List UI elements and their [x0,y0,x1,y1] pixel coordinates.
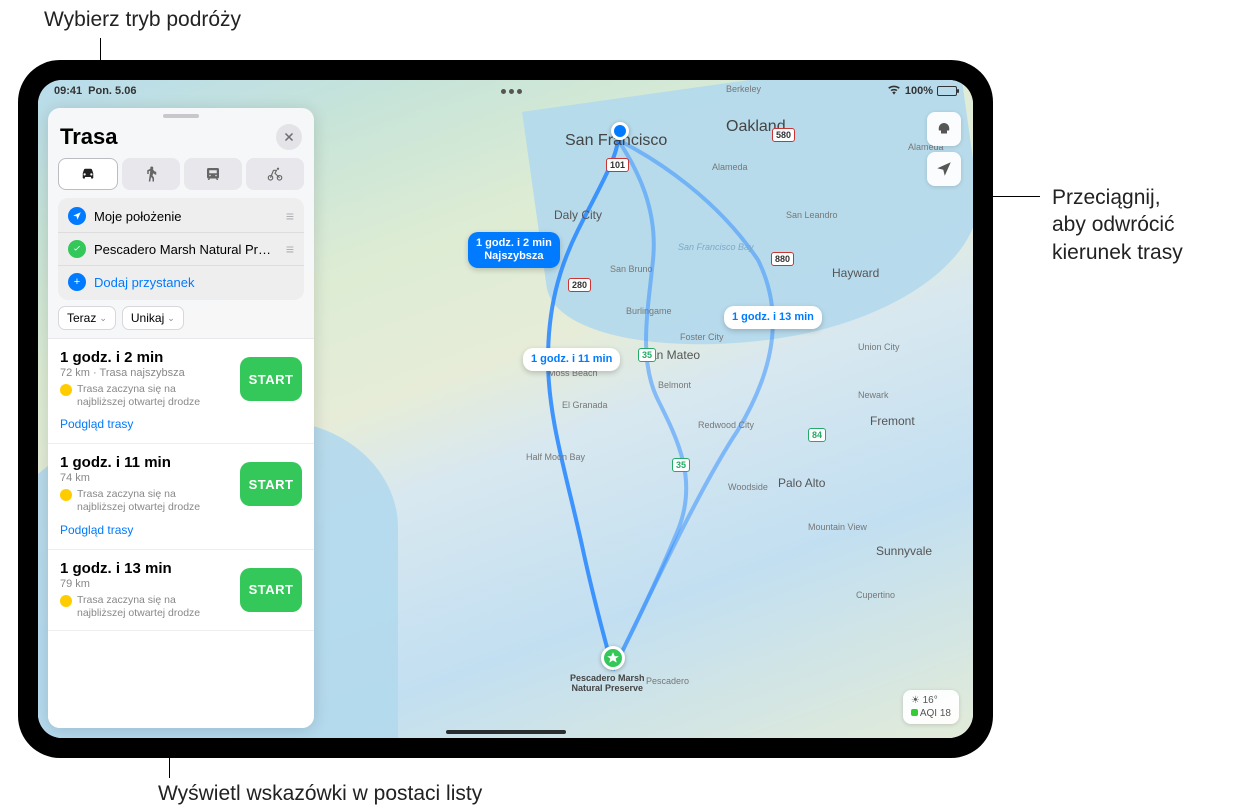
route-advisory: Trasa zaczyna się na najbliższej otwarte… [60,488,220,514]
chevron-down-icon: ⌄ [99,313,107,324]
waypoint-end[interactable]: Pescadero Marsh Natural Pres… ≡ [58,232,304,265]
wifi-icon [887,85,901,98]
callout-bottom: Wyświetl wskazówki w postaci listy [158,780,482,807]
hwy-shield: 35 [638,348,656,362]
city-sanleandro: San Leandro [786,210,838,220]
route-pin-fastest[interactable]: 1 godz. i 2 minNajszybsza [468,232,560,268]
city-sanbruno: San Bruno [610,264,653,274]
city-newark: Newark [858,390,889,400]
chevron-down-icon: ⌄ [167,313,175,324]
city-fostercity: Foster City [680,332,724,342]
home-indicator[interactable] [446,730,566,734]
route-preview-link[interactable]: Podgląd trasy [60,417,133,431]
reorder-handle-icon[interactable]: ≡ [286,241,294,257]
city-elgranada: El Granada [562,400,608,410]
destination-marker[interactable] [601,646,625,670]
start-button[interactable]: START [240,568,302,612]
city-mountainview: Mountain View [808,522,867,532]
destination-label: Pescadero MarshNatural Preserve [570,674,645,694]
hwy-shield: 35 [672,458,690,472]
map-mode-button[interactable] [927,112,961,146]
hwy-shield: 580 [772,128,795,142]
mode-cycle[interactable] [246,158,304,190]
mode-walk[interactable] [122,158,180,190]
route-pin-alt1[interactable]: 1 godz. i 11 min [523,348,620,371]
avoid-selector[interactable]: Unikaj⌄ [122,306,184,330]
depart-time-selector[interactable]: Teraz⌄ [58,306,116,330]
warning-icon [60,489,72,501]
waypoint-end-label: Pescadero Marsh Natural Pres… [94,242,278,257]
ipad-frame: San Francisco Oakland Berkeley Alameda A… [18,60,993,758]
battery-pct: 100% [905,85,933,97]
add-stop-label: Dodaj przystanek [94,275,294,290]
city-cupertino: Cupertino [856,590,895,600]
locate-me-button[interactable] [927,152,961,186]
city-sunnyvale: Sunnyvale [876,544,932,558]
battery-icon [937,86,957,96]
location-icon [68,207,86,225]
city-halfmoon: Half Moon Bay [526,452,585,462]
reorder-handle-icon[interactable]: ≡ [286,208,294,224]
start-marker[interactable] [611,122,629,140]
mode-drive[interactable] [58,158,118,190]
hwy-shield: 280 [568,278,591,292]
status-date: Pon. 5.06 [88,85,136,97]
route-option-1[interactable]: 1 godz. i 11 min 74 km Trasa zaczyna się… [48,444,314,549]
waypoint-start[interactable]: Moje położenie ≡ [58,200,304,232]
route-advisory: Trasa zaczyna się na najbliższej otwarte… [60,383,220,409]
city-fremont: Fremont [870,414,915,428]
waypoints-panel: Moje położenie ≡ Pescadero Marsh Natural… [58,198,304,300]
callout-right: Przeciągnij, aby odwrócić kierunek trasy [1052,184,1183,266]
add-stop[interactable]: + Dodaj przystanek [58,265,304,298]
ipad-screen: San Francisco Oakland Berkeley Alameda A… [38,80,973,738]
waypoint-start-label: Moje położenie [94,209,278,224]
route-option-2[interactable]: 1 godz. i 13 min 79 km Trasa zaczyna się… [48,550,314,631]
hwy-shield: 101 [606,158,629,172]
city-belmont: Belmont [658,380,691,390]
route-preview-link[interactable]: Podgląd trasy [60,523,133,537]
weather-badge[interactable]: ☀ 16° AQI 18 [903,690,959,724]
label-sfbay: San Francisco Bay [678,242,754,252]
mode-transit[interactable] [184,158,242,190]
close-button[interactable] [276,124,302,150]
status-bar: 09:41 Pon. 5.06 100% [38,80,973,102]
city-pescadero: Pescadero [646,676,689,686]
routes-list[interactable]: 1 godz. i 2 min 72 km · Trasa najszybsza… [48,338,314,728]
directions-card: Trasa [48,108,314,728]
warning-icon [60,595,72,607]
destination-icon [68,240,86,258]
city-woodside: Woodside [728,482,768,492]
city-burlingame: Burlingame [626,306,672,316]
hwy-shield: 84 [808,428,826,442]
travel-mode-tabs [48,158,314,198]
card-title: Trasa [60,124,276,150]
city-unioncity: Union City [858,342,900,352]
route-pin-alt2[interactable]: 1 godz. i 13 min [724,306,822,329]
city-dalycity: Daly City [554,208,602,222]
route-option-0[interactable]: 1 godz. i 2 min 72 km · Trasa najszybsza… [48,339,314,444]
route-advisory: Trasa zaczyna się na najbliższej otwarte… [60,594,220,620]
city-alameda2: Alameda [712,162,748,172]
city-paloalto: Palo Alto [778,476,825,490]
warning-icon [60,384,72,396]
start-button[interactable]: START [240,462,302,506]
plus-icon: + [68,273,86,291]
city-hayward: Hayward [832,266,879,280]
status-time: 09:41 [54,85,82,97]
callout-top: Wybierz tryb podróży [44,6,241,33]
start-button[interactable]: START [240,357,302,401]
city-redwood: Redwood City [698,420,754,430]
hwy-shield: 880 [771,252,794,266]
